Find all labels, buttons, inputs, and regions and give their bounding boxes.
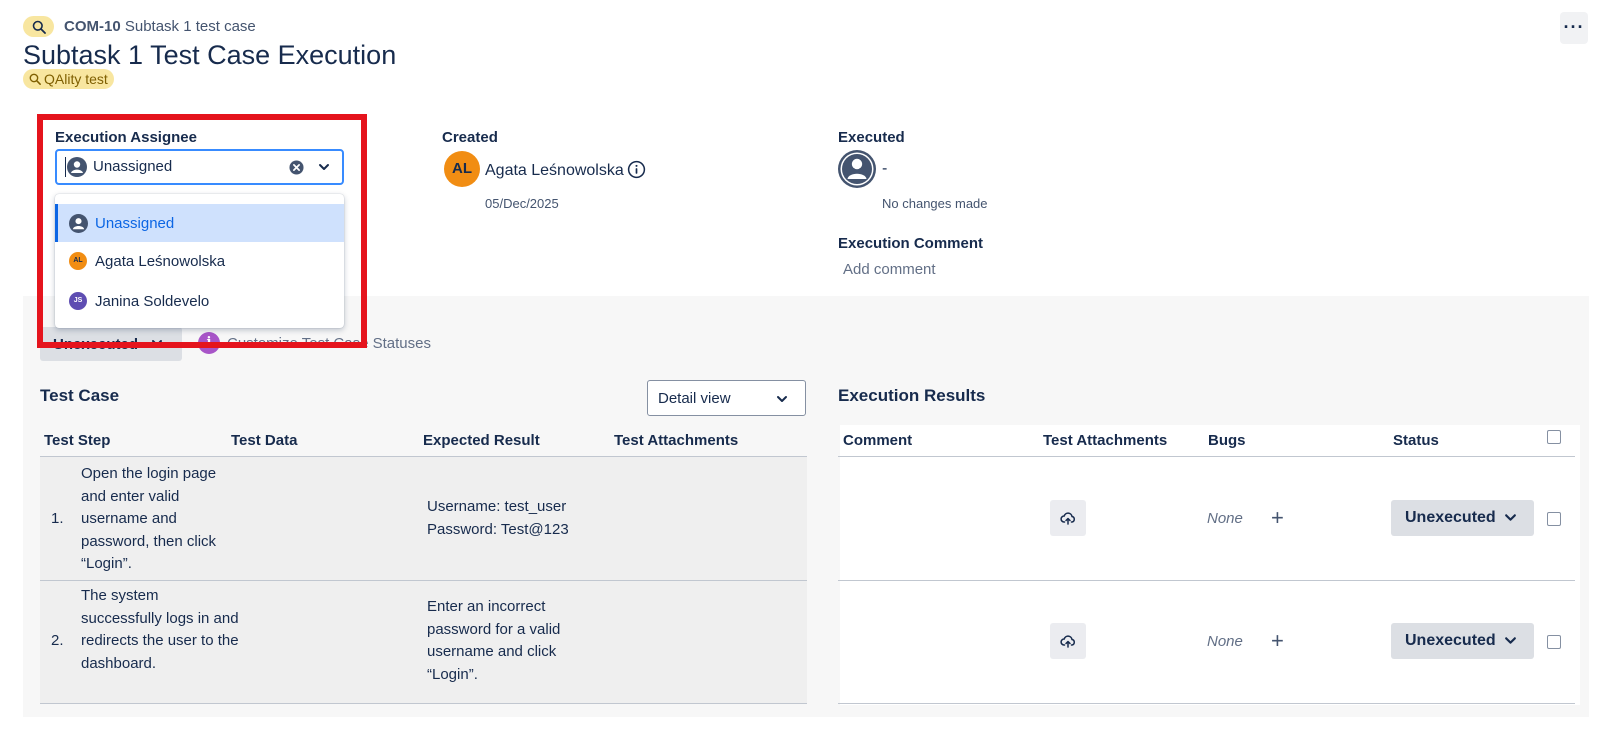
column-header: Expected Result — [423, 432, 540, 449]
divider — [838, 580, 1575, 581]
add-bug-button[interactable]: + — [1271, 507, 1284, 529]
executed-by-value: - — [882, 160, 888, 177]
issue-key[interactable]: COM-10 — [64, 18, 121, 35]
view-select-value: Detail view — [658, 390, 731, 407]
execution-results-title: Execution Results — [838, 386, 986, 405]
info-icon[interactable] — [627, 160, 646, 179]
table-row: 1. Open the login page and enter valid u… — [40, 457, 807, 580]
app-badge[interactable]: QAlity test — [23, 69, 114, 89]
step-status-dropdown[interactable]: Unexecuted — [1391, 500, 1534, 536]
upload-attachment-button[interactable] — [1050, 500, 1086, 536]
created-by-name: Agata Leśnowolska — [485, 162, 624, 179]
issue-type-icon — [23, 16, 54, 37]
table-row: 2. The system successfully logs in and r… — [40, 581, 807, 703]
test-case-title: Test Case — [40, 386, 120, 405]
select-all-checkbox[interactable] — [1547, 430, 1561, 444]
row-checkbox[interactable] — [1547, 635, 1561, 649]
view-select[interactable]: Detail view — [647, 380, 806, 416]
add-bug-button[interactable]: + — [1271, 630, 1284, 652]
comment-label: Execution Comment — [838, 235, 984, 252]
cloud-upload-icon — [1060, 512, 1076, 525]
row-number: 2. — [51, 632, 64, 649]
expected-result: Enter an incorrect password for a valid … — [427, 598, 561, 683]
divider — [838, 456, 1575, 457]
test-step: The system successfully logs in and redi… — [81, 587, 239, 672]
search-icon — [29, 73, 41, 85]
column-header: Test Step — [44, 432, 111, 449]
more-actions-button[interactable]: ··· — [1560, 12, 1588, 44]
divider — [838, 703, 1575, 704]
column-header: Test Attachments — [1043, 432, 1168, 449]
chevron-down-icon — [1504, 511, 1517, 524]
add-comment-input[interactable]: Add comment — [843, 261, 936, 278]
bugs-none: None — [1207, 633, 1243, 650]
highlight-box — [37, 114, 367, 348]
upload-attachment-button[interactable] — [1050, 623, 1086, 659]
column-header: Test Data — [231, 432, 298, 449]
column-header: Test Attachments — [614, 432, 739, 449]
created-date: 05/Dec/2025 — [485, 196, 559, 211]
status-label: Unexecuted — [1405, 509, 1496, 526]
executed-note: No changes made — [882, 196, 988, 211]
issue-summary[interactable]: Subtask 1 test case — [125, 18, 256, 35]
divider — [40, 703, 807, 704]
test-step: Open the login page and enter valid user… — [81, 465, 217, 572]
breadcrumb[interactable]: COM-10 Subtask 1 test case — [64, 18, 256, 35]
execution-results-table — [840, 425, 1580, 705]
page-title: Subtask 1 Test Case Execution — [23, 40, 397, 70]
row-number: 1. — [51, 510, 64, 527]
avatar: AL — [444, 151, 480, 187]
app-badge-label: QAlity test — [44, 71, 108, 87]
status-label: Unexecuted — [1405, 632, 1496, 649]
chevron-down-icon — [776, 393, 788, 405]
row-checkbox[interactable] — [1547, 512, 1561, 526]
chevron-down-icon — [1504, 634, 1517, 647]
column-header: Comment — [843, 432, 913, 449]
bugs-none: None — [1207, 510, 1243, 527]
avatar-placeholder-icon — [838, 150, 876, 188]
expected-result: Username: test_user Password: Test@123 — [427, 498, 569, 538]
column-header: Status — [1393, 432, 1439, 449]
cloud-upload-icon — [1060, 635, 1076, 648]
executed-label: Executed — [838, 129, 905, 146]
step-status-dropdown[interactable]: Unexecuted — [1391, 623, 1534, 659]
created-label: Created — [442, 129, 498, 146]
column-header: Bugs — [1208, 432, 1246, 449]
